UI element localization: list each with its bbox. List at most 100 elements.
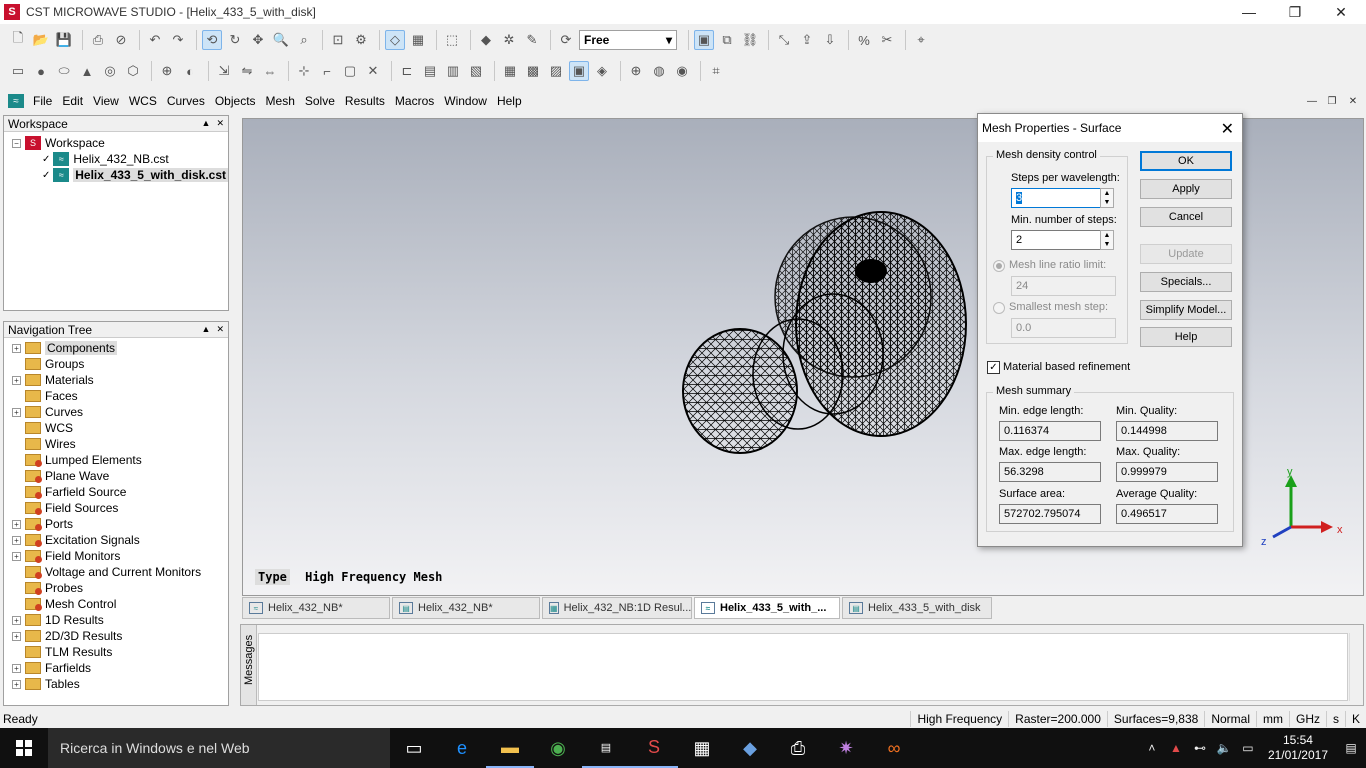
messages-side-tab[interactable]: Messages: [241, 625, 257, 705]
zoom-fit-icon[interactable]: ⌕: [294, 30, 314, 50]
nav-tree-item[interactable]: + Ports: [12, 516, 228, 532]
sphere-icon[interactable]: ●: [31, 61, 51, 81]
minimize-button[interactable]: —: [1226, 0, 1272, 24]
monitor-icon[interactable]: ▤: [420, 61, 440, 81]
settings-icon[interactable]: ⚙: [351, 30, 371, 50]
network-app-icon[interactable]: ✷: [822, 728, 870, 768]
wand-icon[interactable]: ✎: [522, 30, 542, 50]
farfield-icon[interactable]: ◍: [649, 61, 669, 81]
help-button[interactable]: Help: [1140, 327, 1232, 347]
shape-icon[interactable]: ◆: [476, 30, 496, 50]
nav-tree-item[interactable]: WCS: [12, 420, 228, 436]
postprocess-icon[interactable]: ⌗: [706, 61, 726, 81]
brick-icon[interactable]: ▭: [8, 61, 28, 81]
rotate-view-icon[interactable]: ↻: [225, 30, 245, 50]
chrome-icon[interactable]: ◉: [534, 728, 582, 768]
start-button[interactable]: [0, 728, 48, 768]
pan-icon[interactable]: ✥: [248, 30, 268, 50]
probe-icon[interactable]: ⌖: [911, 30, 931, 50]
port-icon[interactable]: ⊏: [397, 61, 417, 81]
torus-icon[interactable]: ◎: [100, 61, 120, 81]
steps-per-wavelength-input[interactable]: 3: [1011, 188, 1101, 208]
refresh-icon[interactable]: ⟳: [556, 30, 576, 50]
nav-tree-item[interactable]: Mesh Control: [12, 596, 228, 612]
nav-tree-item[interactable]: Probes: [12, 580, 228, 596]
expand-toggle[interactable]: +: [12, 663, 21, 673]
view-mode-dropdown[interactable]: Free ▾: [579, 30, 677, 50]
notification-icon[interactable]: ▤: [1336, 741, 1366, 755]
nav-tree-item[interactable]: TLM Results: [12, 644, 228, 660]
nav-tree-item[interactable]: +1D Results: [12, 612, 228, 628]
boundary-icon[interactable]: ▥: [443, 61, 463, 81]
collapse-toggle[interactable]: −: [12, 138, 21, 148]
menu-solve[interactable]: Solve: [300, 94, 340, 108]
menu-view[interactable]: View: [88, 94, 124, 108]
smallest-mesh-step-radio[interactable]: [993, 302, 1005, 314]
zoom-icon[interactable]: 🔍: [271, 30, 291, 50]
collapse-icon[interactable]: ▲: [202, 118, 211, 129]
measure-icon[interactable]: ⤡: [774, 30, 794, 50]
calculator-icon[interactable]: ▦: [678, 728, 726, 768]
nav-tree-item[interactable]: + Components: [12, 340, 228, 356]
mesh-local-icon[interactable]: ▨: [546, 61, 566, 81]
nav-tree-item[interactable]: Farfield Source: [12, 484, 228, 500]
cancel-button[interactable]: Cancel: [1140, 207, 1232, 227]
nav-tree-item[interactable]: + Excitation Signals: [12, 532, 228, 548]
document-tab[interactable]: ≈ Helix_433_5_with_...: [694, 597, 840, 619]
extrude-icon[interactable]: ⬡: [123, 61, 143, 81]
pick-point-icon[interactable]: ⊹: [294, 61, 314, 81]
menu-wcs[interactable]: WCS: [124, 94, 162, 108]
open-folder-icon[interactable]: 📂: [31, 30, 51, 50]
pick-icon[interactable]: ◇: [385, 30, 405, 50]
mesh-line-ratio-radio[interactable]: [993, 260, 1005, 272]
file-explorer-icon[interactable]: ▬: [486, 728, 534, 768]
crosshair-icon[interactable]: ⊕: [626, 61, 646, 81]
nav-tree-item[interactable]: Groups: [12, 356, 228, 372]
nav-tree-item[interactable]: Field Sources: [12, 500, 228, 516]
close-button[interactable]: ✕: [1318, 0, 1364, 24]
export-icon[interactable]: ⇪: [797, 30, 817, 50]
expand-toggle[interactable]: +: [12, 343, 21, 353]
expand-toggle[interactable]: +: [12, 375, 21, 385]
menu-file[interactable]: File: [28, 94, 57, 108]
acrobat-icon[interactable]: ▲: [1164, 741, 1188, 755]
workspace-file[interactable]: ✓ ≈ Helix_432_NB.cst: [12, 151, 228, 167]
nav-tree-item[interactable]: + Field Monitors: [12, 548, 228, 564]
rotate-icon[interactable]: ⟲: [202, 30, 222, 50]
mesh-view-icon[interactable]: ▦: [500, 61, 520, 81]
ok-button[interactable]: OK: [1140, 151, 1232, 171]
mesh-line-ratio-input[interactable]: 24: [1011, 276, 1116, 296]
smallest-mesh-step-input[interactable]: 0.0: [1011, 318, 1116, 338]
boolean-icon[interactable]: ⊕: [157, 61, 177, 81]
undo-icon[interactable]: ↶: [145, 30, 165, 50]
cube-icon[interactable]: ⬚: [442, 30, 462, 50]
nav-tree-item[interactable]: + Tables: [12, 676, 228, 692]
infinity-app-icon[interactable]: ∞: [870, 728, 918, 768]
menu-objects[interactable]: Objects: [210, 94, 261, 108]
close-icon[interactable]: ✕: [216, 118, 224, 129]
pick-edge-icon[interactable]: ⌐: [317, 61, 337, 81]
min-steps-input[interactable]: 2: [1011, 230, 1101, 250]
expand-toggle[interactable]: +: [12, 679, 21, 689]
network-icon[interactable]: ⊷: [1188, 741, 1212, 755]
mesh-global-icon[interactable]: ▩: [523, 61, 543, 81]
taskbar-clock[interactable]: 15:54 21/01/2017: [1260, 733, 1336, 763]
expand-toggle[interactable]: +: [12, 407, 21, 417]
menu-edit[interactable]: Edit: [57, 94, 88, 108]
redo-icon[interactable]: ↷: [168, 30, 188, 50]
mirror-icon[interactable]: ⇋: [237, 61, 257, 81]
align-icon[interactable]: ⇔: [260, 61, 280, 81]
installer-icon[interactable]: ◆: [726, 728, 774, 768]
save-icon[interactable]: 💾: [54, 30, 74, 50]
collapse-icon[interactable]: ▲: [202, 324, 211, 335]
apply-button[interactable]: Apply: [1140, 179, 1232, 199]
dialog-close-icon[interactable]: ✕: [1221, 119, 1234, 139]
symmetry-icon[interactable]: ▧: [466, 61, 486, 81]
messages-scrollbar[interactable]: [1349, 633, 1363, 701]
transform-icon[interactable]: ⇲: [214, 61, 234, 81]
nav-tree-item[interactable]: Wires: [12, 436, 228, 452]
nav-tree-item[interactable]: + Curves: [12, 404, 228, 420]
simplify-model-button[interactable]: Simplify Model...: [1140, 300, 1232, 320]
clear-picks-icon[interactable]: ✕: [363, 61, 383, 81]
material-refinement-checkbox[interactable]: ✓: [987, 361, 1000, 374]
